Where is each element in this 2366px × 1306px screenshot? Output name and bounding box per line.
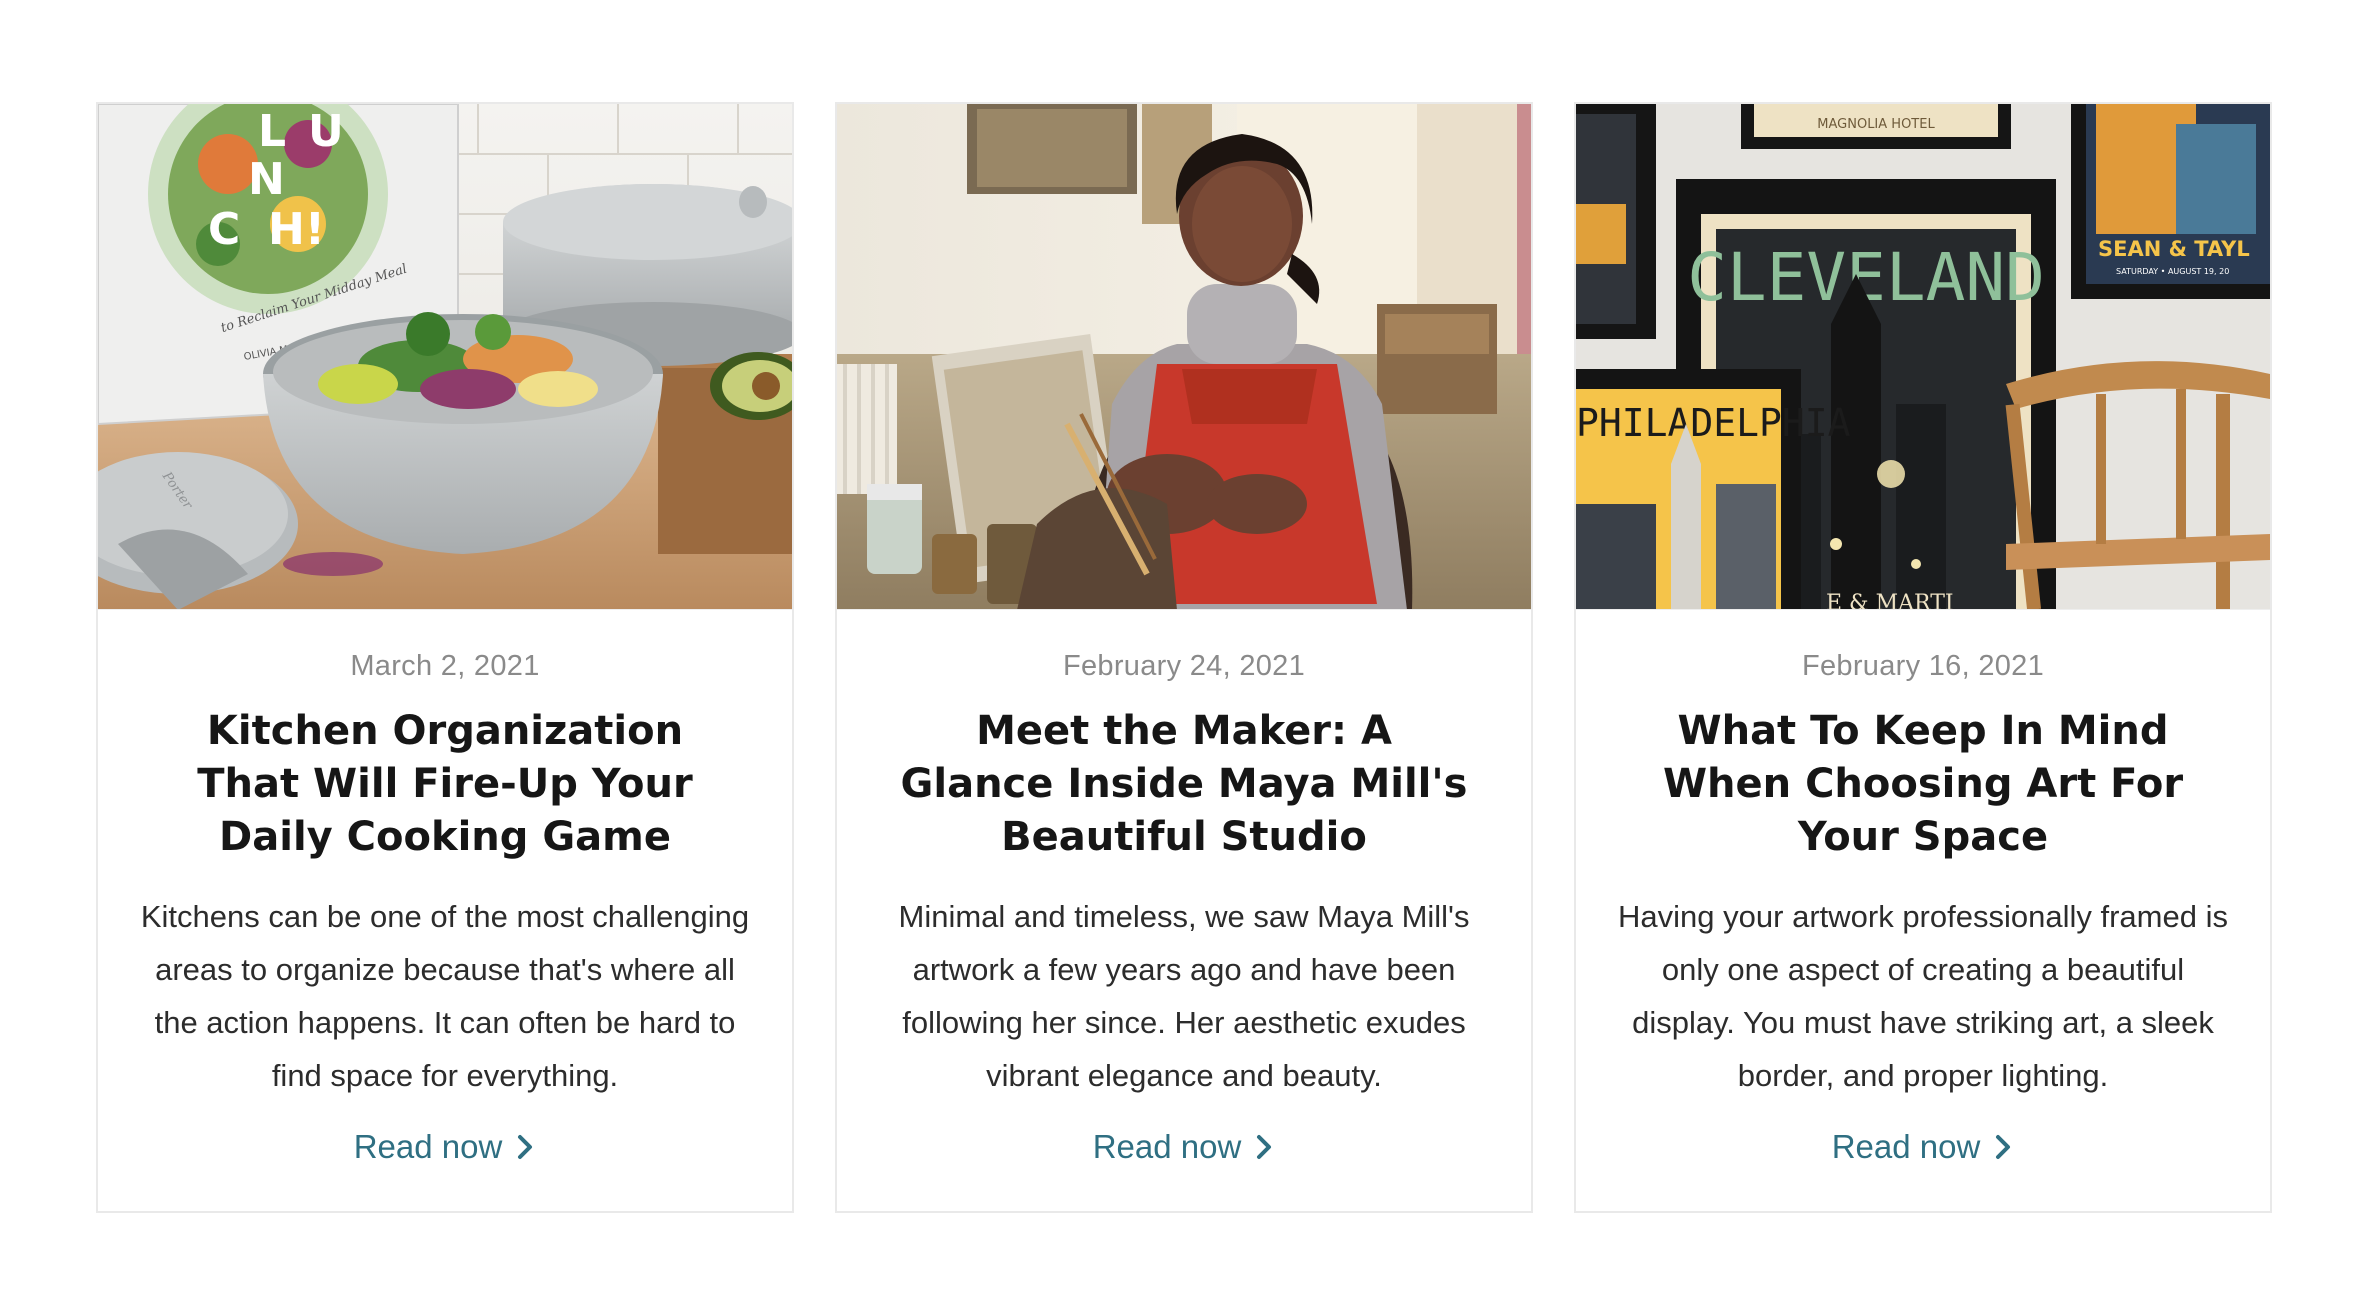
blog-card: L U N C H! to Reclaim Your Midday Meal O… bbox=[96, 102, 794, 1213]
card-date: February 24, 2021 bbox=[1062, 650, 1306, 682]
card-image-kitchen[interactable]: L U N C H! to Reclaim Your Midday Meal O… bbox=[98, 104, 792, 610]
card-excerpt: Minimal and timeless, we saw Maya Mill's… bbox=[898, 899, 1470, 1093]
card-excerpt: Having your artwork professionally frame… bbox=[1618, 899, 2228, 1093]
card-body: March 2, 2021 Kitchen Organization That … bbox=[98, 610, 792, 1166]
kitchen-photo: L U N C H! to Reclaim Your Midday Meal O… bbox=[98, 104, 792, 609]
chevron-right-icon bbox=[514, 1133, 536, 1161]
card-body: February 16, 2021 What To Keep In Mind W… bbox=[1576, 610, 2270, 1166]
read-now-link[interactable]: Read now bbox=[354, 1128, 537, 1166]
read-now-label: Read now bbox=[1092, 1128, 1242, 1165]
poster-philadelphia-text: PHILADELPHIA bbox=[1576, 401, 1851, 445]
card-date: March 2, 2021 bbox=[350, 650, 540, 682]
card-body: February 24, 2021 Meet the Maker: A Glan… bbox=[837, 610, 1531, 1166]
artist-studio-photo bbox=[837, 104, 1531, 609]
read-now-link[interactable]: Read now bbox=[1093, 1128, 1276, 1166]
poster-bottom-text: E & MARTI bbox=[1826, 591, 1954, 610]
card-title[interactable]: Kitchen Organization That Will Fire-Up Y… bbox=[138, 705, 752, 864]
framed-posters-photo: MAGNOLIA HOTEL CLEVELAND E & MARTI PHILA… bbox=[1576, 104, 2270, 610]
poster-sean-text: SEAN & TAYL bbox=[2098, 237, 2250, 261]
card-title[interactable]: What To Keep In Mind When Choosing Art F… bbox=[1616, 705, 2230, 864]
blog-card-list: L U N C H! to Reclaim Your Midday Meal O… bbox=[96, 102, 2273, 1213]
chevron-right-icon bbox=[1992, 1133, 2014, 1161]
blog-page: { "cards": [ { "date": "March 2, 2021", … bbox=[0, 0, 2366, 1306]
chevron-right-icon bbox=[1253, 1133, 1275, 1161]
cover-letter-u: U bbox=[308, 106, 344, 157]
poster-date-text: SATURDAY • AUGUST 19, 20 bbox=[2116, 267, 2229, 276]
card-date: February 16, 2021 bbox=[1801, 650, 2045, 682]
card-image-maker-studio[interactable] bbox=[837, 104, 1531, 610]
poster-magnolia-text: MAGNOLIA HOTEL bbox=[1817, 117, 1935, 132]
card-image-framed-art[interactable]: MAGNOLIA HOTEL CLEVELAND E & MARTI PHILA… bbox=[1576, 104, 2270, 610]
cover-letter-n: N bbox=[248, 154, 285, 205]
cover-letter-l: L bbox=[258, 106, 286, 157]
cover-letter-h: H! bbox=[268, 204, 325, 255]
card-excerpt: Kitchens can be one of the most challeng… bbox=[140, 899, 750, 1093]
read-now-link[interactable]: Read now bbox=[1832, 1128, 2015, 1166]
blog-card: MAGNOLIA HOTEL CLEVELAND E & MARTI PHILA… bbox=[1574, 102, 2272, 1213]
read-now-label: Read now bbox=[353, 1128, 503, 1165]
card-title[interactable]: Meet the Maker: A Glance Inside Maya Mil… bbox=[877, 705, 1491, 864]
blog-card: February 24, 2021 Meet the Maker: A Glan… bbox=[835, 102, 1533, 1213]
read-now-label: Read now bbox=[1831, 1128, 1981, 1165]
cover-letter-c: C bbox=[208, 204, 240, 255]
